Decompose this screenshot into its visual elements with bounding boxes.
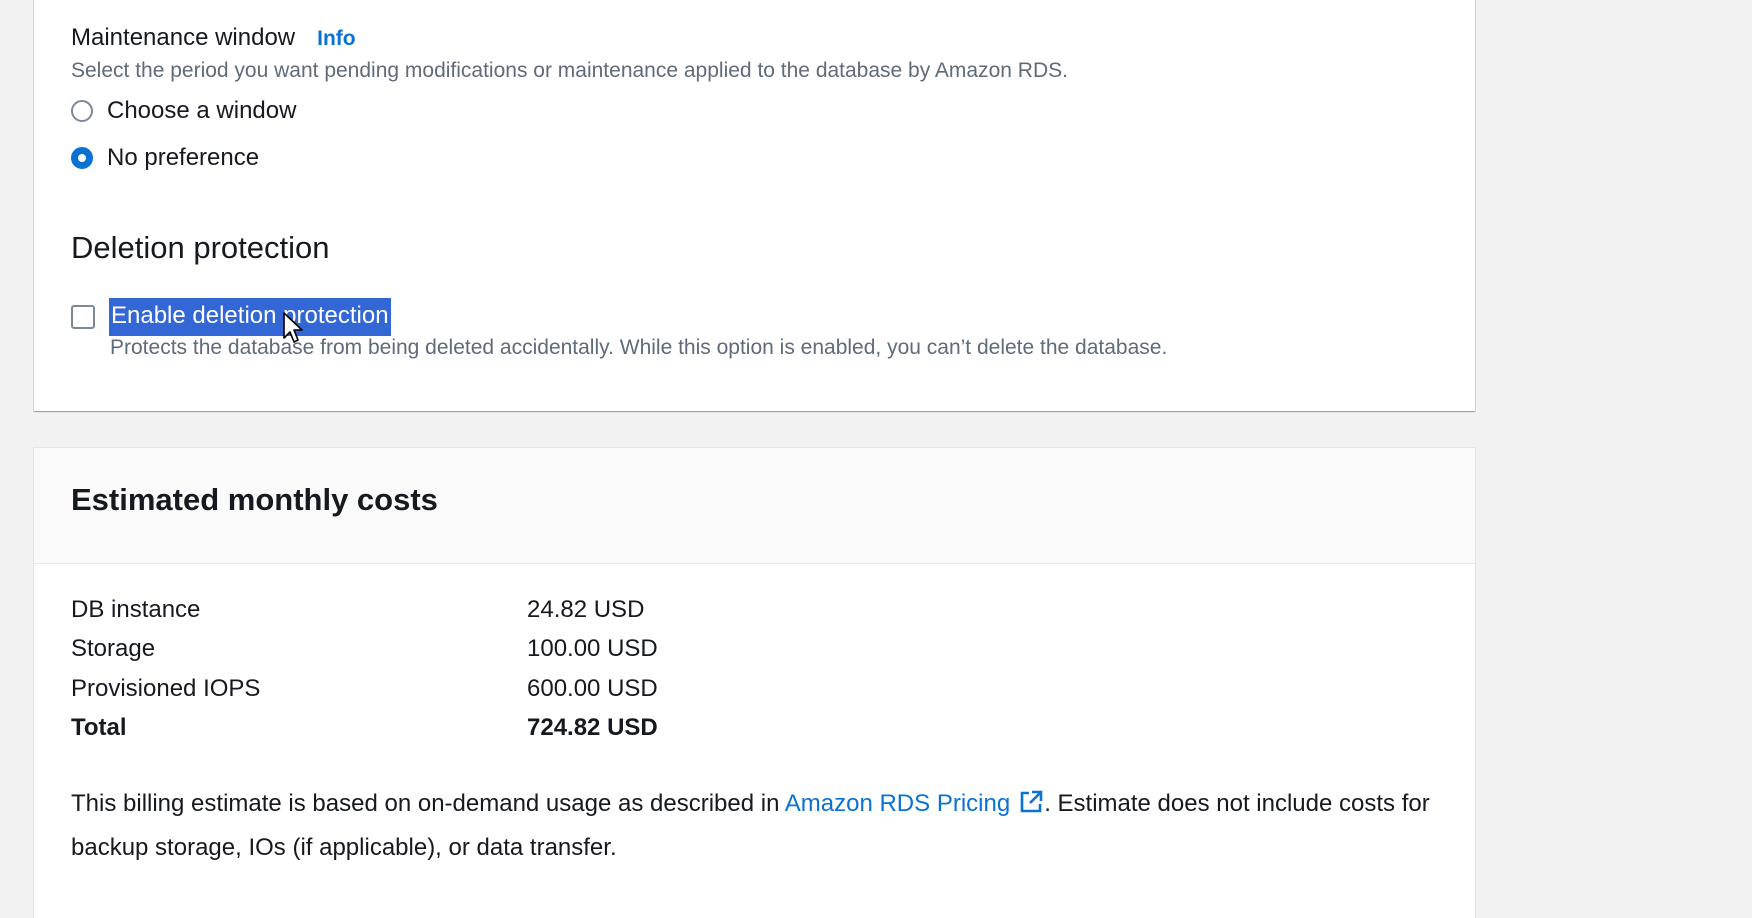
deletion-protection-description: Protects the database from being deleted… <box>110 336 1168 359</box>
maintenance-info-link[interactable]: Info <box>317 27 355 51</box>
deletion-protection-heading: Deletion protection <box>71 230 330 265</box>
cost-row-provisioned-iops: Provisioned IOPS 600.00 USD <box>71 675 658 703</box>
cost-value: 24.82 USD <box>527 596 645 623</box>
deletion-protection-checkbox[interactable] <box>71 305 95 329</box>
external-link-icon[interactable] <box>1018 788 1044 828</box>
cost-name: Total <box>71 714 127 741</box>
maintenance-window-description: Select the period you want pending modif… <box>71 59 1068 82</box>
radio-choose-window-label: Choose a window <box>107 97 297 124</box>
radio-button-unchecked[interactable] <box>71 100 93 122</box>
radio-choose-window[interactable]: Choose a window <box>71 97 296 125</box>
cost-name: DB instance <box>71 596 201 623</box>
maintenance-window-label-row: Maintenance window Info <box>71 24 356 52</box>
cost-row-db-instance: DB instance 24.82 USD <box>71 596 644 624</box>
estimated-costs-panel: Estimated monthly costs DB instance 24.8… <box>34 448 1475 918</box>
cost-name: Storage <box>71 635 156 662</box>
deletion-protection-checkbox-label[interactable]: Enable deletion protection <box>109 298 391 336</box>
cost-row-storage: Storage 100.00 USD <box>71 635 658 663</box>
maintenance-deletion-panel: Maintenance window Info Select the perio… <box>34 0 1475 411</box>
radio-button-checked[interactable] <box>71 147 93 169</box>
cost-value: 600.00 USD <box>527 675 658 702</box>
amazon-rds-pricing-link[interactable]: Amazon RDS Pricing <box>785 790 1044 817</box>
pricing-link-label[interactable]: Amazon RDS Pricing <box>785 790 1010 817</box>
cost-value: 100.00 USD <box>527 635 658 662</box>
cost-name: Provisioned IOPS <box>71 675 261 702</box>
deletion-protection-checkbox-row[interactable]: Enable deletion protection <box>71 298 391 336</box>
radio-no-preference-label: No preference <box>107 144 260 171</box>
costs-header: Estimated monthly costs <box>34 448 1475 564</box>
billing-note-text: This billing estimate is based on on-dem… <box>71 790 785 817</box>
radio-no-preference[interactable]: No preference <box>71 144 259 172</box>
costs-title: Estimated monthly costs <box>71 482 438 517</box>
maintenance-window-label: Maintenance window <box>71 24 296 51</box>
billing-estimate-note: This billing estimate is based on on-dem… <box>71 784 1451 868</box>
cost-value: 724.82 USD <box>527 714 658 741</box>
cost-row-total: Total 724.82 USD <box>71 714 658 742</box>
